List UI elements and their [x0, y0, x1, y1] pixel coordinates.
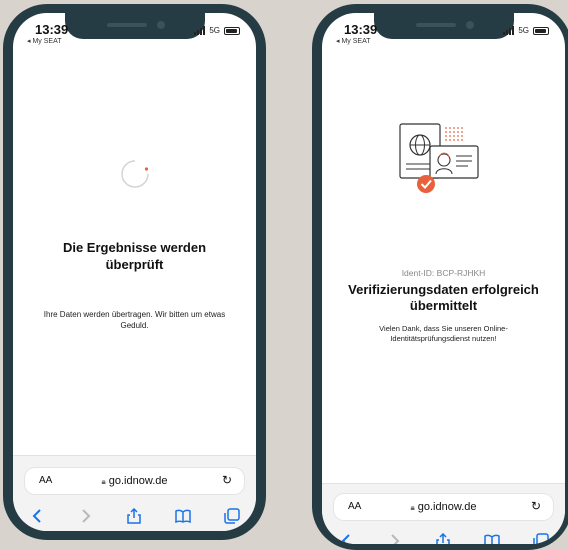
notch	[64, 13, 205, 39]
browser-bar: AA 🔒︎ go.idnow.de ↻	[13, 455, 256, 531]
back-to-app-link[interactable]: ◂ My SEAT	[336, 37, 371, 45]
ident-id: Ident-ID: BCP-RJHKH	[401, 268, 486, 278]
screen-right: 13:39 ◂ My SEAT 5G Ident-ID: BCP-RJHKH V…	[322, 13, 565, 544]
loading-spinner-icon	[121, 159, 150, 188]
bookmarks-icon[interactable]	[482, 531, 502, 544]
forward-arrow-icon[interactable]	[385, 531, 405, 544]
status-indicators: 5G	[194, 26, 240, 35]
share-icon[interactable]	[433, 531, 453, 544]
network-label: 5G	[209, 26, 220, 35]
browser-toolbar	[13, 506, 256, 526]
network-label: 5G	[518, 26, 529, 35]
phone-right: 13:39 ◂ My SEAT 5G Ident-ID: BCP-RJHKH V…	[312, 4, 568, 550]
address-bar[interactable]: AA 🔒︎ go.idnow.de ↻	[334, 494, 553, 520]
browser-bar: AA 🔒︎ go.idnow.de ↻	[322, 483, 565, 544]
lock-icon: 🔒︎	[101, 477, 106, 486]
url-text: go.idnow.de	[108, 475, 168, 487]
signal-icon	[503, 26, 515, 35]
identity-documents-illustration	[399, 123, 479, 193]
checkmark-badge-icon	[417, 175, 435, 193]
lock-icon: 🔒︎	[410, 503, 415, 512]
back-arrow-icon[interactable]	[27, 506, 47, 526]
signal-icon	[194, 26, 206, 35]
notch	[373, 13, 514, 39]
browser-toolbar	[322, 531, 565, 544]
bookmarks-icon[interactable]	[173, 506, 193, 526]
url-wrapper: 🔒︎ go.idnow.de	[334, 501, 553, 513]
status-time: 13:39	[344, 22, 378, 37]
forward-arrow-icon[interactable]	[76, 506, 96, 526]
back-to-app-link[interactable]: ◂ My SEAT	[27, 37, 62, 45]
tabs-icon[interactable]	[531, 531, 551, 544]
address-bar[interactable]: AA 🔒︎ go.idnow.de ↻	[25, 468, 244, 494]
page-title: Die Ergebnisse werden überprüft	[62, 240, 207, 272]
battery-icon	[224, 26, 240, 35]
phone-left: 13:39 ◂ My SEAT 5G Die Ergebnisse werden…	[3, 4, 266, 540]
tabs-icon[interactable]	[222, 506, 242, 526]
status-message: Ihre Daten werden übertragen. Wir bitten…	[43, 310, 226, 330]
reload-icon[interactable]: ↻	[531, 499, 541, 513]
status-message: Vielen Dank, dass Sie unseren Online-Ide…	[379, 324, 508, 344]
share-icon[interactable]	[124, 506, 144, 526]
status-time: 13:39	[35, 22, 69, 37]
reload-icon[interactable]: ↻	[222, 473, 232, 487]
status-indicators: 5G	[503, 26, 549, 35]
url-text: go.idnow.de	[417, 501, 477, 513]
page-title: Verifizierungsdaten erfolgreich übermitt…	[348, 282, 539, 314]
screen-left: 13:39 ◂ My SEAT 5G Die Ergebnisse werden…	[13, 13, 256, 531]
back-arrow-icon[interactable]	[336, 531, 356, 544]
battery-icon	[533, 26, 549, 35]
url-wrapper: 🔒︎ go.idnow.de	[25, 475, 244, 487]
